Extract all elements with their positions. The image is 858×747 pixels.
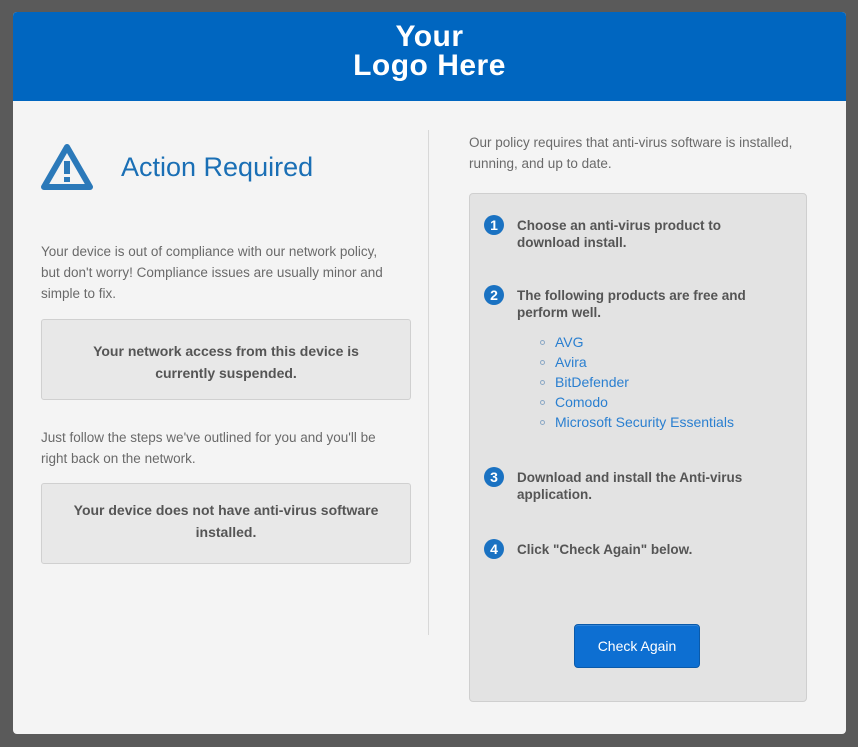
compliance-intro-text: Your device is out of compliance with ou…	[41, 244, 383, 301]
step-text: Choose an anti-virus product to download…	[517, 218, 722, 250]
left-column: Action Required Your device is out of co…	[41, 137, 411, 564]
column-divider	[428, 130, 429, 635]
list-item: Microsoft Security Essentials	[540, 412, 734, 432]
policy-intro-text: Our policy requires that anti-virus soft…	[469, 135, 793, 171]
product-link-avira[interactable]: Avira	[555, 354, 587, 370]
product-link-bitdefender[interactable]: BitDefender	[555, 374, 629, 390]
step-text: The following products are free and perf…	[517, 288, 746, 320]
compliance-panel: Your Logo Here Action Required Your devi…	[13, 12, 846, 734]
right-column: Our policy requires that anti-virus soft…	[469, 132, 809, 702]
bullet-icon	[540, 359, 545, 365]
list-item: BitDefender	[540, 372, 734, 392]
step-number-badge: 2	[484, 285, 504, 305]
product-link-microsoft-security-essentials[interactable]: Microsoft Security Essentials	[555, 414, 734, 430]
product-list: AVG Avira BitDefender Comodo Microsoft S…	[540, 332, 734, 432]
page-title: Action Required	[121, 151, 314, 182]
window-frame: Your Logo Here Action Required Your devi…	[0, 0, 858, 747]
logo-line-1: Your	[395, 20, 464, 53]
step-1: 1 Choose an anti-virus product to downlo…	[484, 215, 784, 251]
step-text: Click "Check Again" below.	[517, 542, 693, 557]
step-2: 2 The following products are free and pe…	[484, 285, 784, 321]
check-again-button[interactable]: Check Again	[574, 624, 700, 668]
no-antivirus-notice: Your device does not have anti-virus sof…	[41, 483, 411, 564]
logo-header: Your Logo Here	[13, 12, 846, 101]
bullet-icon	[540, 399, 545, 405]
title-row: Action Required	[41, 137, 411, 197]
step-3: 3 Download and install the Anti-virus ap…	[484, 467, 784, 503]
step-text: Download and install the Anti-virus appl…	[517, 470, 743, 502]
list-item: AVG	[540, 332, 734, 352]
bullet-icon	[540, 419, 545, 425]
steps-box: 1 Choose an anti-virus product to downlo…	[469, 193, 807, 702]
list-item: Comodo	[540, 392, 734, 412]
step-number-badge: 3	[484, 467, 504, 487]
product-link-avg[interactable]: AVG	[555, 334, 584, 350]
access-suspended-notice: Your network access from this device is …	[41, 319, 411, 400]
logo-line-2: Logo Here	[353, 49, 506, 82]
bullet-icon	[540, 339, 545, 345]
follow-steps-text: Just follow the steps we've outlined for…	[41, 430, 376, 466]
warning-triangle-icon	[41, 144, 93, 190]
step-number-badge: 4	[484, 539, 504, 559]
bullet-icon	[540, 379, 545, 385]
step-number-badge: 1	[484, 215, 504, 235]
step-4: 4 Click "Check Again" below.	[484, 539, 784, 559]
list-item: Avira	[540, 352, 734, 372]
product-link-comodo[interactable]: Comodo	[555, 394, 608, 410]
